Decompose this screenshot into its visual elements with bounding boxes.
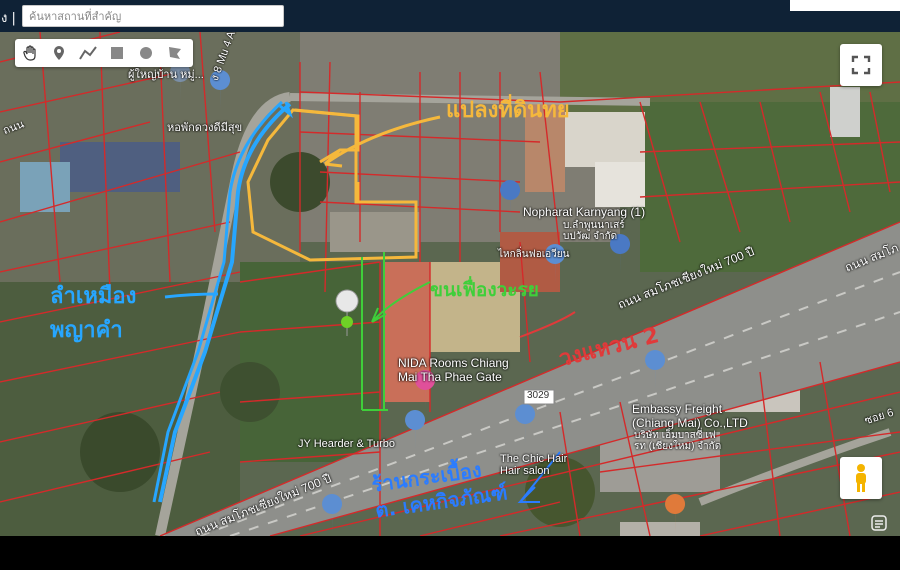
bottom-bar <box>0 536 900 570</box>
route-shield: 3029 <box>527 390 550 401</box>
menu-corner-icon[interactable] <box>870 514 888 532</box>
rectangle-icon[interactable] <box>102 39 131 67</box>
map-canvas[interactable]: Nopharat Karnyang (1) บ.ลำพูนนาเสร์ บปวั… <box>0 32 900 536</box>
fullscreen-icon <box>851 55 871 75</box>
annotation-plot: แปลงที่ดินทย <box>446 98 570 123</box>
hand-icon[interactable] <box>15 39 44 67</box>
poi-embassy-thai[interactable]: บริษัท เอ็มบาสซี่ เฟ รท (เชียงใหม่) จำกั… <box>634 430 721 452</box>
poi-nida[interactable]: NIDA Rooms Chiang Mai Tha Phae Gate <box>398 356 509 384</box>
poi-village[interactable]: ผู้ใหญ่บ้าน หมู่... <box>128 65 204 83</box>
title-fragment: ง | <box>1 11 16 26</box>
pegman-icon <box>856 464 866 492</box>
poi-nopharat[interactable]: Nopharat Karnyang (1) <box>523 205 645 219</box>
top-bar: ง | <box>0 0 900 32</box>
search-input[interactable] <box>22 5 284 27</box>
marker-icon[interactable] <box>44 39 73 67</box>
poi-nopharat-thai[interactable]: บ.ลำพูนนาเสร์ บปวัฒ จำกัด <box>563 220 625 242</box>
annotation-width: ขนเฟื่องวะรย <box>430 279 539 301</box>
annotation-stream: ลำเหมือง พญาคำ <box>50 284 137 343</box>
pegman-button[interactable] <box>840 457 882 499</box>
poi-embassy[interactable]: Embassy Freight (Chiang Mai) Co.,LTD <box>632 402 748 430</box>
poi-hall[interactable]: หอพักดวงดีมีสุข <box>167 118 242 136</box>
poi-chic[interactable]: The Chic Hair Hair salon <box>500 453 567 477</box>
polygon-icon[interactable] <box>160 39 189 67</box>
polyline-icon[interactable] <box>73 39 102 67</box>
window-strip <box>790 0 900 11</box>
circle-icon[interactable] <box>131 39 160 67</box>
poi-shop[interactable]: ไหกลิ่นฟอเอวียน <box>498 247 569 262</box>
fullscreen-button[interactable] <box>840 44 882 86</box>
drawing-toolbar <box>15 39 193 67</box>
poi-jy[interactable]: JY Hearder & Turbo <box>298 438 395 450</box>
